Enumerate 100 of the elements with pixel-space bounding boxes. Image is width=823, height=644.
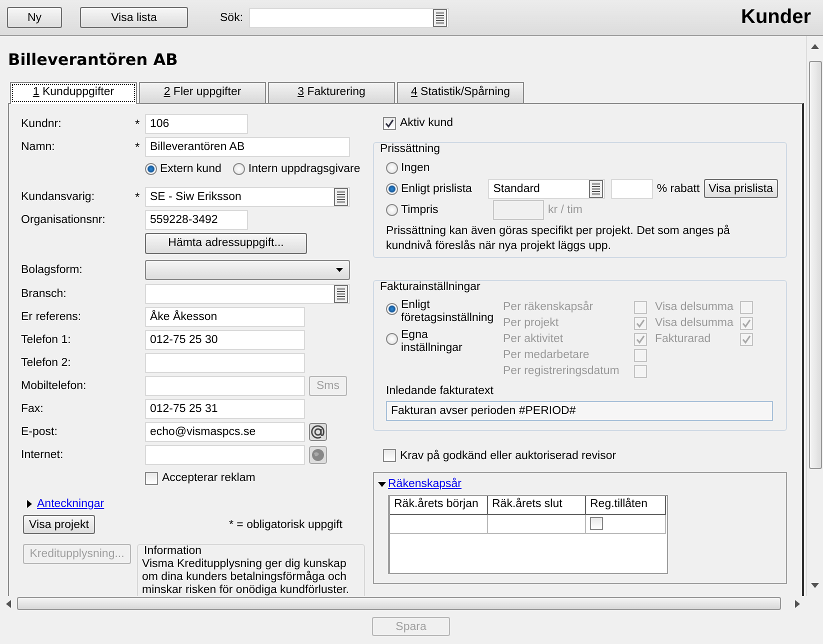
list-icon[interactable] [334,188,348,206]
radio-button[interactable] [386,204,398,216]
list-icon[interactable] [334,285,348,303]
tab[interactable]: 2 Fler uppgifter [139,82,266,103]
caret-icon[interactable] [336,268,343,272]
page-title: Kunder [741,6,811,29]
radio-label: Timpris [401,204,438,216]
field-label: Telefon 1: [21,334,72,346]
checkbox[interactable] [383,116,396,130]
input-field[interactable]: Standard [488,178,605,198]
customer-heading: Billeverantören AB [8,50,179,71]
field-label: Internet: [21,449,64,461]
field-label: Fax: [21,403,44,415]
field-label: Mobiltelefon: [21,380,88,392]
search-label: Sök: [220,12,244,24]
field-label: Namn: [21,141,56,153]
radio-button[interactable] [233,163,246,175]
input-field[interactable] [145,376,305,396]
checkbox-label: Krav på godkänd eller auktoriserad revisor [400,450,616,462]
input-field[interactable]: 559228-3492 [145,210,248,230]
discount-label: % rabatt [656,182,700,194]
column-header: Räk.årets slut [488,496,586,515]
scrollbar-thumb[interactable] [17,597,781,610]
expand-icon[interactable] [27,500,32,508]
checkbox-label: Per registreringsdatum [503,365,620,377]
field-label: Telefon 2: [21,357,72,369]
checkbox[interactable] [145,472,158,484]
field-label: Er referens: [21,311,82,323]
scroll-left-icon[interactable] [6,600,11,608]
pricing-note: Prissättning kan även göras specifikt per projekt. Det som anges på kundnivå föreslås när nya projekt läggs upp. [386,224,731,254]
radio-button[interactable] [386,182,398,194]
field-label: Kundnr: [21,118,62,130]
checkbox-label: Aktiv kund [400,117,454,129]
list-icon[interactable] [588,180,603,198]
radio-label: Intern uppdragsgivare [248,163,360,175]
input-field[interactable] [145,353,305,373]
group-title: Prissättning [378,143,442,155]
vertical-scrollbar[interactable] [806,36,823,596]
table-cell[interactable] [390,515,488,534]
radio-button[interactable] [145,163,157,175]
field-label: E-post: [21,426,58,438]
required-mark: * [135,190,141,204]
radio-label: Egna inställningar [401,329,464,355]
field-label: Kundansvarig: [21,191,96,203]
checkbox-label: Visa delsumma [655,301,734,313]
tab[interactable]: 1 Kunduppgifter [10,82,137,104]
required-note: * = obligatorisk uppgift [229,518,342,530]
input-field[interactable]: echo@vismaspcs.se [145,422,305,442]
tab[interactable]: 4 Statistik/Spårning [397,82,524,103]
search-field[interactable] [249,8,450,28]
radio-label: Ingen [401,162,430,174]
input-field[interactable]: 106 [145,114,248,134]
input-field[interactable]: 012-75 25 30 [145,330,305,350]
checkbox-label: Per projekt [503,317,559,329]
radio-label: Enligt företagsinställning [401,299,494,325]
checkbox-label: Per aktivitet [503,333,564,345]
globe-icon[interactable] [309,446,327,464]
input-field[interactable]: Åke Åkesson [145,307,305,327]
input-field[interactable] [145,284,350,304]
fetch-address-button[interactable]: Hämta adressuppgift... [145,232,307,254]
info-text: Visma Kreditupplysning ger dig kunskap om dina kunders betalningsförmåga och minskar risken för onödiga kundförluster. [142,558,350,596]
required-mark: * [135,140,141,154]
scroll-down-icon[interactable] [811,583,819,588]
table-cell[interactable] [488,515,586,534]
field-label: Inledande fakturatext [386,385,494,397]
scroll-right-icon[interactable] [795,600,800,608]
column-header: Reg.tillåten [586,496,666,515]
checkbox-label: Fakturarad [655,333,711,345]
toolbar-button[interactable]: Visa lista [80,7,188,28]
input-field[interactable]: SE - Siw Eriksson [145,187,350,207]
show-projects-button[interactable]: Visa projekt [23,515,95,534]
checkbox[interactable] [590,517,603,530]
checkbox[interactable] [383,449,396,462]
checkbox-label: Per räkenskapsår [503,301,594,313]
checkbox-label: Visa delsumma [655,317,734,329]
fiscal-year-link[interactable]: Räkenskapsår [388,478,462,490]
notes-link[interactable]: Anteckningar [37,498,104,510]
column-header: Räk.årets början [390,496,488,515]
field-label: Organisationsnr: [21,214,106,226]
input-field[interactable]: Billeverantören AB [145,137,350,157]
input-field[interactable] [610,178,653,198]
tab[interactable]: 3 Fakturering [268,82,395,103]
group-title: Information [142,545,204,557]
input-field[interactable]: 012-75 25 31 [145,399,305,419]
field-label: Bransch: [21,288,68,300]
scrollbar-thumb[interactable] [808,61,822,469]
scroll-up-icon[interactable] [811,44,819,49]
input-field[interactable] [145,445,305,465]
collapse-icon[interactable] [378,482,386,486]
radio-label: Enligt prislista [401,182,472,194]
radio-button[interactable] [386,162,398,174]
checkbox-label: Accepterar reklam [162,472,256,484]
show-price-list-button[interactable]: Visa prislista [704,179,778,198]
toolbar-button[interactable]: Ny [7,7,62,28]
group-title: Fakturainställningar [378,281,482,293]
checkbox-label: Per medarbetare [503,349,590,361]
list-icon[interactable] [433,8,448,26]
required-mark: * [135,117,141,131]
email-icon[interactable] [309,423,327,441]
field-label: Bolagsform: [21,264,84,276]
